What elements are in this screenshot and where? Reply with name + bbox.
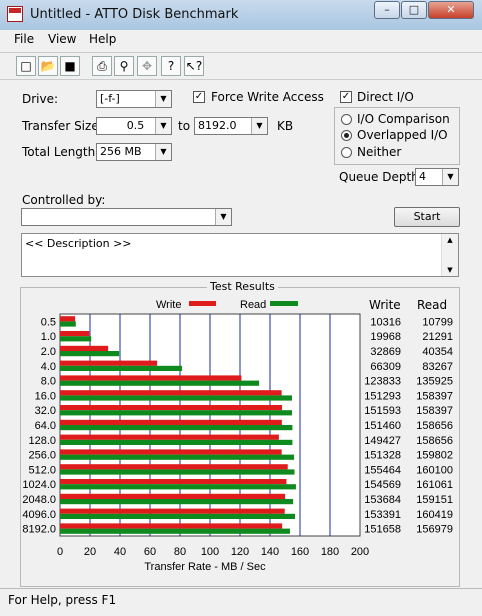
drive-label: Drive: xyxy=(22,92,59,106)
toolbar: □ 📂 ■ ⎙ ⚲ ✥ ? ↖? xyxy=(0,52,482,80)
title-bar[interactable]: Untitled - ATTO Disk Benchmark – □ ✕ xyxy=(0,0,482,31)
drive-select[interactable]: [-f-] ▼ xyxy=(96,90,172,108)
menu-view[interactable]: View xyxy=(48,32,76,46)
transfer-from-value: 0.5 xyxy=(126,119,145,132)
total-length-select[interactable]: 256 MB ▼ xyxy=(96,143,172,161)
chevron-down-icon[interactable]: ▼ xyxy=(251,118,267,134)
help-icon[interactable]: ? xyxy=(161,56,181,76)
results-title: Test Results xyxy=(207,280,278,293)
io-comparison-radio[interactable] xyxy=(341,114,352,125)
description-box[interactable]: << Description >> ▲ ▼ xyxy=(21,233,459,277)
chevron-down-icon[interactable]: ▼ xyxy=(442,169,458,185)
print-preview-icon[interactable]: ⚲ xyxy=(114,56,134,76)
transfer-from-select[interactable]: 0.5 ▼ xyxy=(96,117,172,135)
queue-depth-label: Queue Depth: xyxy=(339,170,423,184)
transfer-size-label: Transfer Size: xyxy=(22,119,103,133)
menu-help[interactable]: Help xyxy=(89,32,116,46)
new-icon[interactable]: □ xyxy=(16,56,36,76)
menu-bar: File View Help xyxy=(0,30,482,50)
kb-label: KB xyxy=(277,119,294,133)
print-icon[interactable]: ⎙ xyxy=(92,56,112,76)
transfer-to-value: 8192.0 xyxy=(198,119,237,132)
force-write-checkbox[interactable]: ✓ xyxy=(193,91,205,103)
direct-io-label: Direct I/O xyxy=(357,90,414,104)
window-title: Untitled - ATTO Disk Benchmark xyxy=(30,7,239,22)
status-bar: For Help, press F1 xyxy=(0,588,482,616)
read-column-header: Read xyxy=(417,298,448,312)
status-text: For Help, press F1 xyxy=(8,593,117,607)
overlapped-io-label: Overlapped I/O xyxy=(357,128,448,142)
chevron-down-icon[interactable]: ▼ xyxy=(155,118,171,134)
queue-depth-value: 4 xyxy=(419,170,426,183)
force-write-label: Force Write Access xyxy=(211,90,324,104)
controlled-by-label: Controlled by: xyxy=(22,193,106,207)
drive-value: [-f-] xyxy=(100,92,120,105)
app-window: Untitled - ATTO Disk Benchmark – □ ✕ Fil… xyxy=(0,0,482,616)
neither-label: Neither xyxy=(357,145,402,159)
neither-radio[interactable] xyxy=(341,147,352,158)
controlled-by-select[interactable]: ▼ xyxy=(21,208,232,226)
start-button[interactable]: Start xyxy=(394,207,460,227)
transfer-to-select[interactable]: 8192.0 ▼ xyxy=(194,117,268,135)
to-label: to xyxy=(178,119,191,133)
overlapped-io-radio[interactable] xyxy=(341,130,352,141)
context-help-icon[interactable]: ↖? xyxy=(184,56,204,76)
chevron-down-icon[interactable]: ▼ xyxy=(155,144,171,160)
io-comparison-label: I/O Comparison xyxy=(357,112,450,126)
minimize-button[interactable]: – xyxy=(374,1,400,19)
write-column-header: Write xyxy=(369,298,401,312)
close-button[interactable]: ✕ xyxy=(428,1,474,19)
move-icon[interactable]: ✥ xyxy=(137,56,157,76)
total-length-label: Total Length: xyxy=(22,145,100,159)
menu-file[interactable]: File xyxy=(14,32,34,46)
save-icon[interactable]: ■ xyxy=(60,56,80,76)
total-length-value: 256 MB xyxy=(100,145,142,158)
description-scrollbar[interactable]: ▲ ▼ xyxy=(441,234,458,276)
queue-depth-select[interactable]: 4 ▼ xyxy=(415,168,459,186)
maximize-button[interactable]: □ xyxy=(401,1,427,19)
results-group: Test Results xyxy=(20,280,460,587)
direct-io-checkbox[interactable]: ✓ xyxy=(340,91,352,103)
chevron-down-icon[interactable]: ▼ xyxy=(215,209,231,225)
description-text: << Description >> xyxy=(25,237,132,250)
open-icon[interactable]: 📂 xyxy=(38,56,58,76)
chevron-down-icon[interactable]: ▼ xyxy=(155,91,171,107)
atto-app-icon[interactable] xyxy=(7,6,23,22)
